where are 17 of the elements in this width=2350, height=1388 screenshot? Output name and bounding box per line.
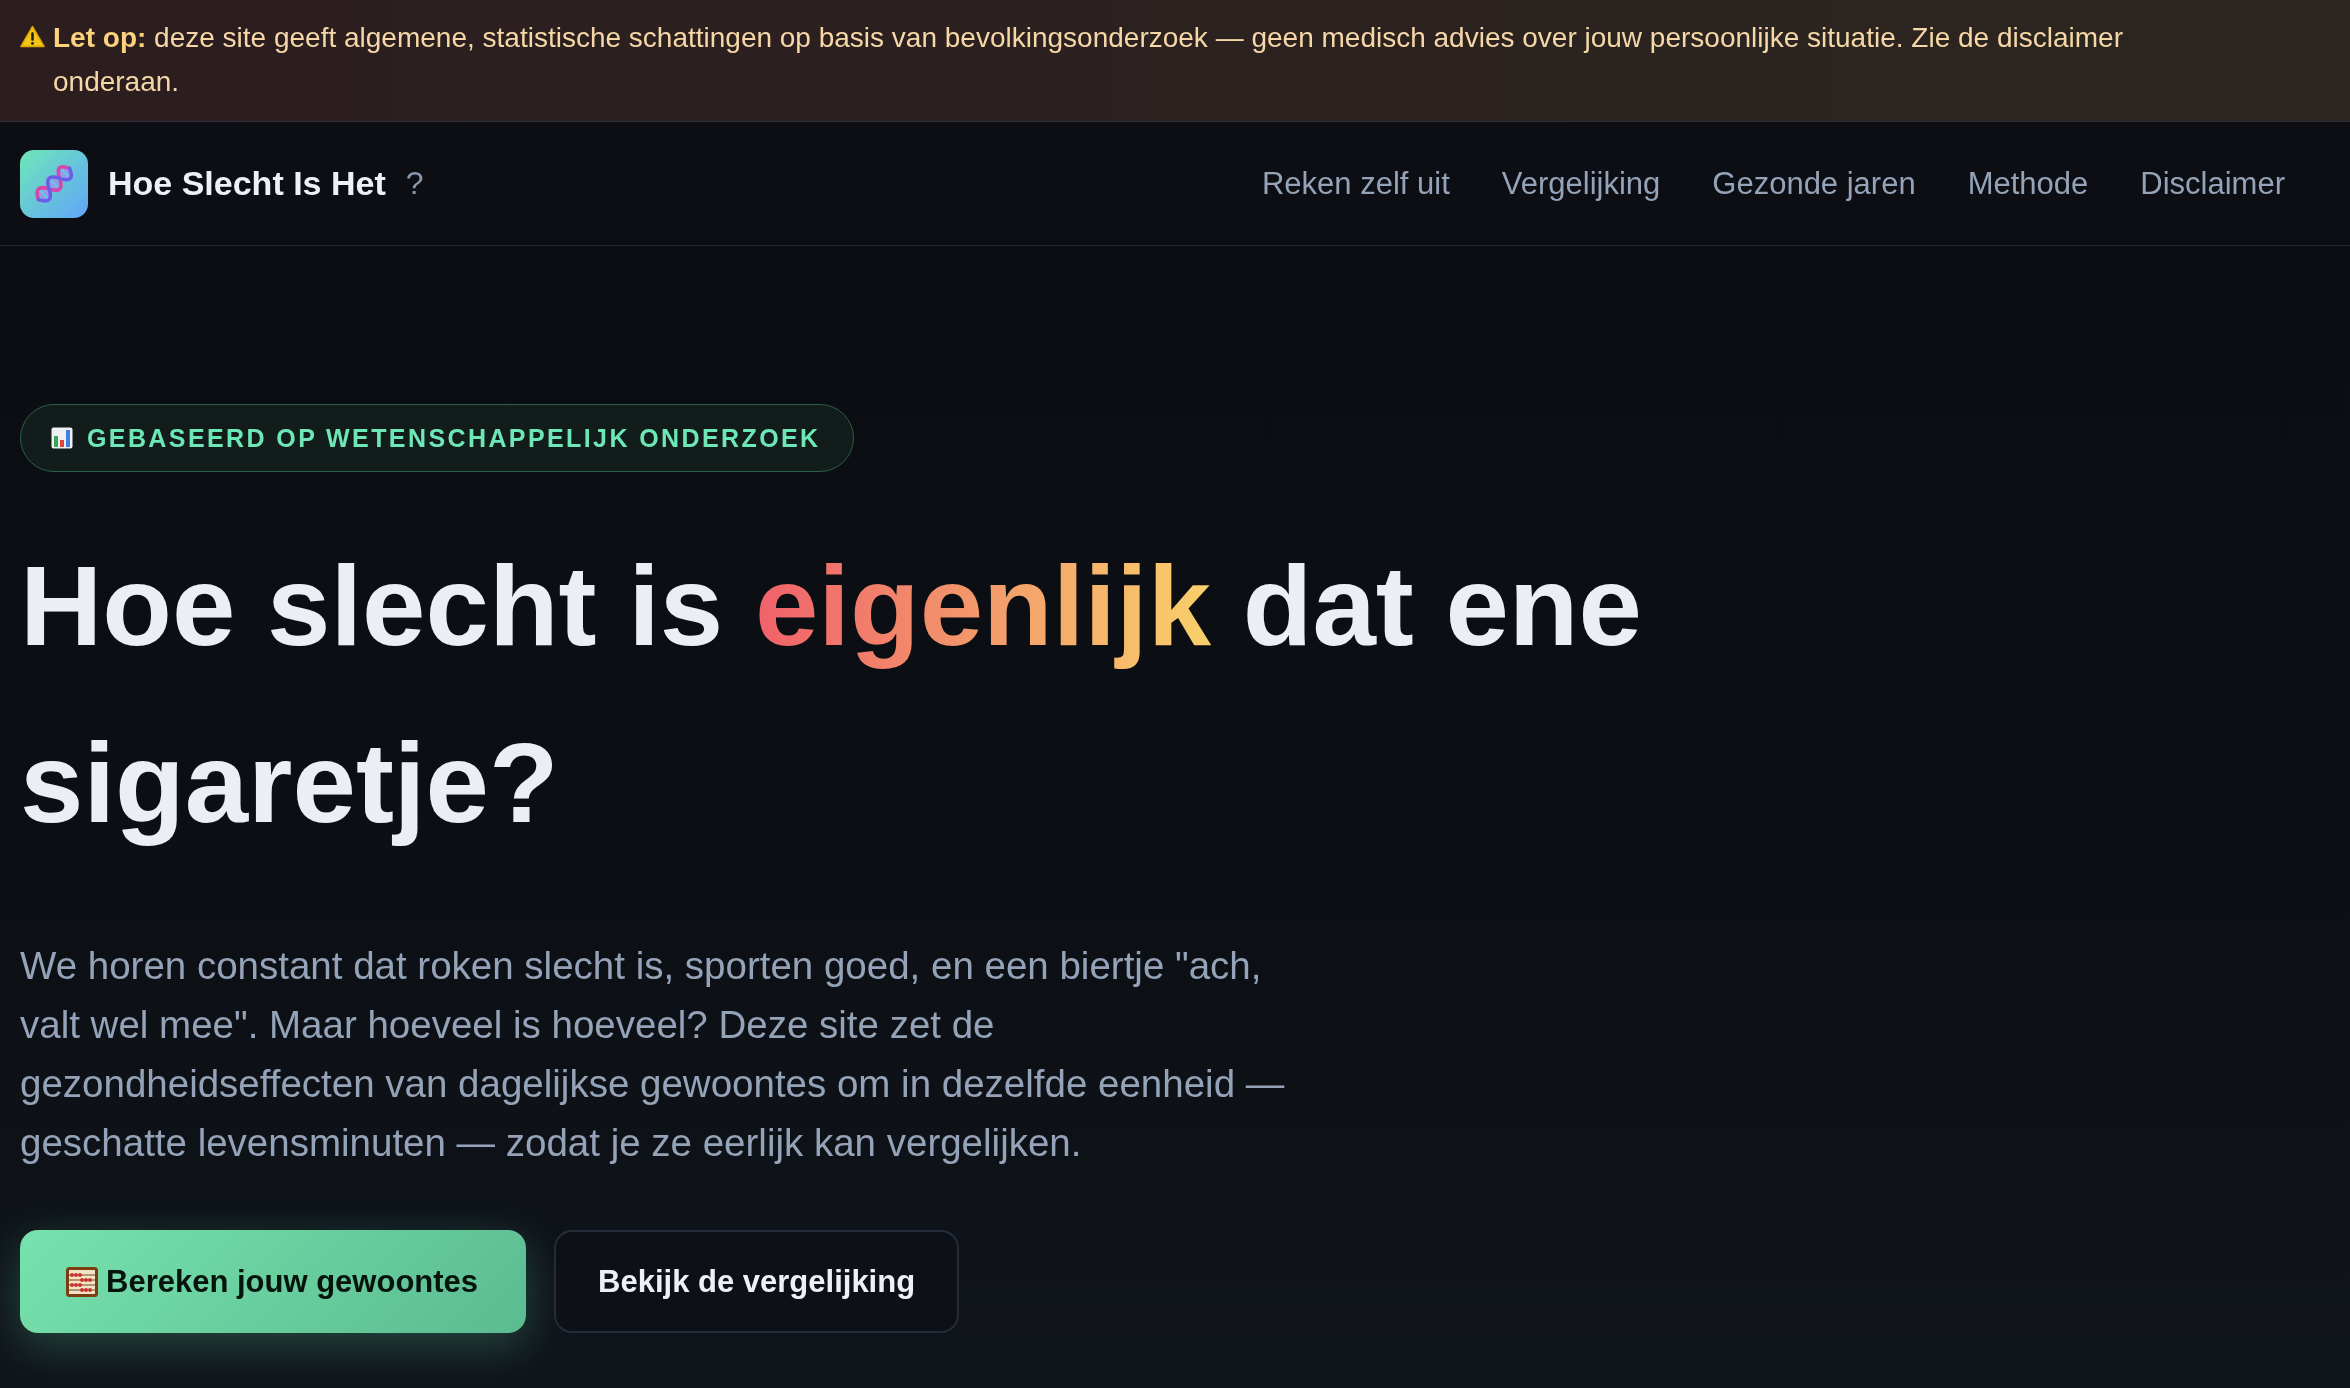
nav-link[interactable]: Vergelijking [1501, 165, 1661, 202]
hero-headline: Hoe slecht is eigenlijk dat ene sigaretje? [20, 541, 1643, 848]
nav-link[interactable]: Reken zelf uit [1261, 165, 1450, 202]
disclaimer-notice: Let op: deze site geeft algemene, statistische schattingen op basis van bevolkingsonderzoek — geen medisch advies over jouw persoonlijke situatie. Zie de disclaimer onderaan. [53, 21, 2124, 99]
bar-chart-icon [51, 427, 73, 449]
warning-icon [20, 25, 45, 48]
abacus-icon [66, 1266, 98, 1297]
dna-logo-icon[interactable] [20, 149, 88, 218]
hero-intro: We horen constant dat roken slecht is, sporten goed, en een biertje "ach, valt wel mee". Maar hoeveel is hoeveel? Deze site zet de gezondheidseffecten van dagelijkse gewoontes om in dezelfde eenheid — geschatte levensminuten — zodat je ze eerlijk kan vergelijken. [20, 943, 1286, 1166]
calculate-button[interactable]: Bereken jouw gewoontes [20, 1230, 527, 1333]
site-title[interactable]: Hoe Slecht Is Het [108, 164, 386, 203]
help-link[interactable]: ? [405, 165, 424, 202]
nav-link[interactable]: Methode [1967, 165, 2089, 202]
nav-link[interactable]: Gezonde jaren [1712, 165, 1916, 202]
nav-link[interactable]: Disclaimer [2140, 165, 2285, 202]
comparison-button[interactable]: Bekijk de vergelijking [554, 1230, 960, 1333]
badge-label: GEBASEERD OP WETENSCHAPPELIJK ONDERZOEK [87, 423, 821, 453]
